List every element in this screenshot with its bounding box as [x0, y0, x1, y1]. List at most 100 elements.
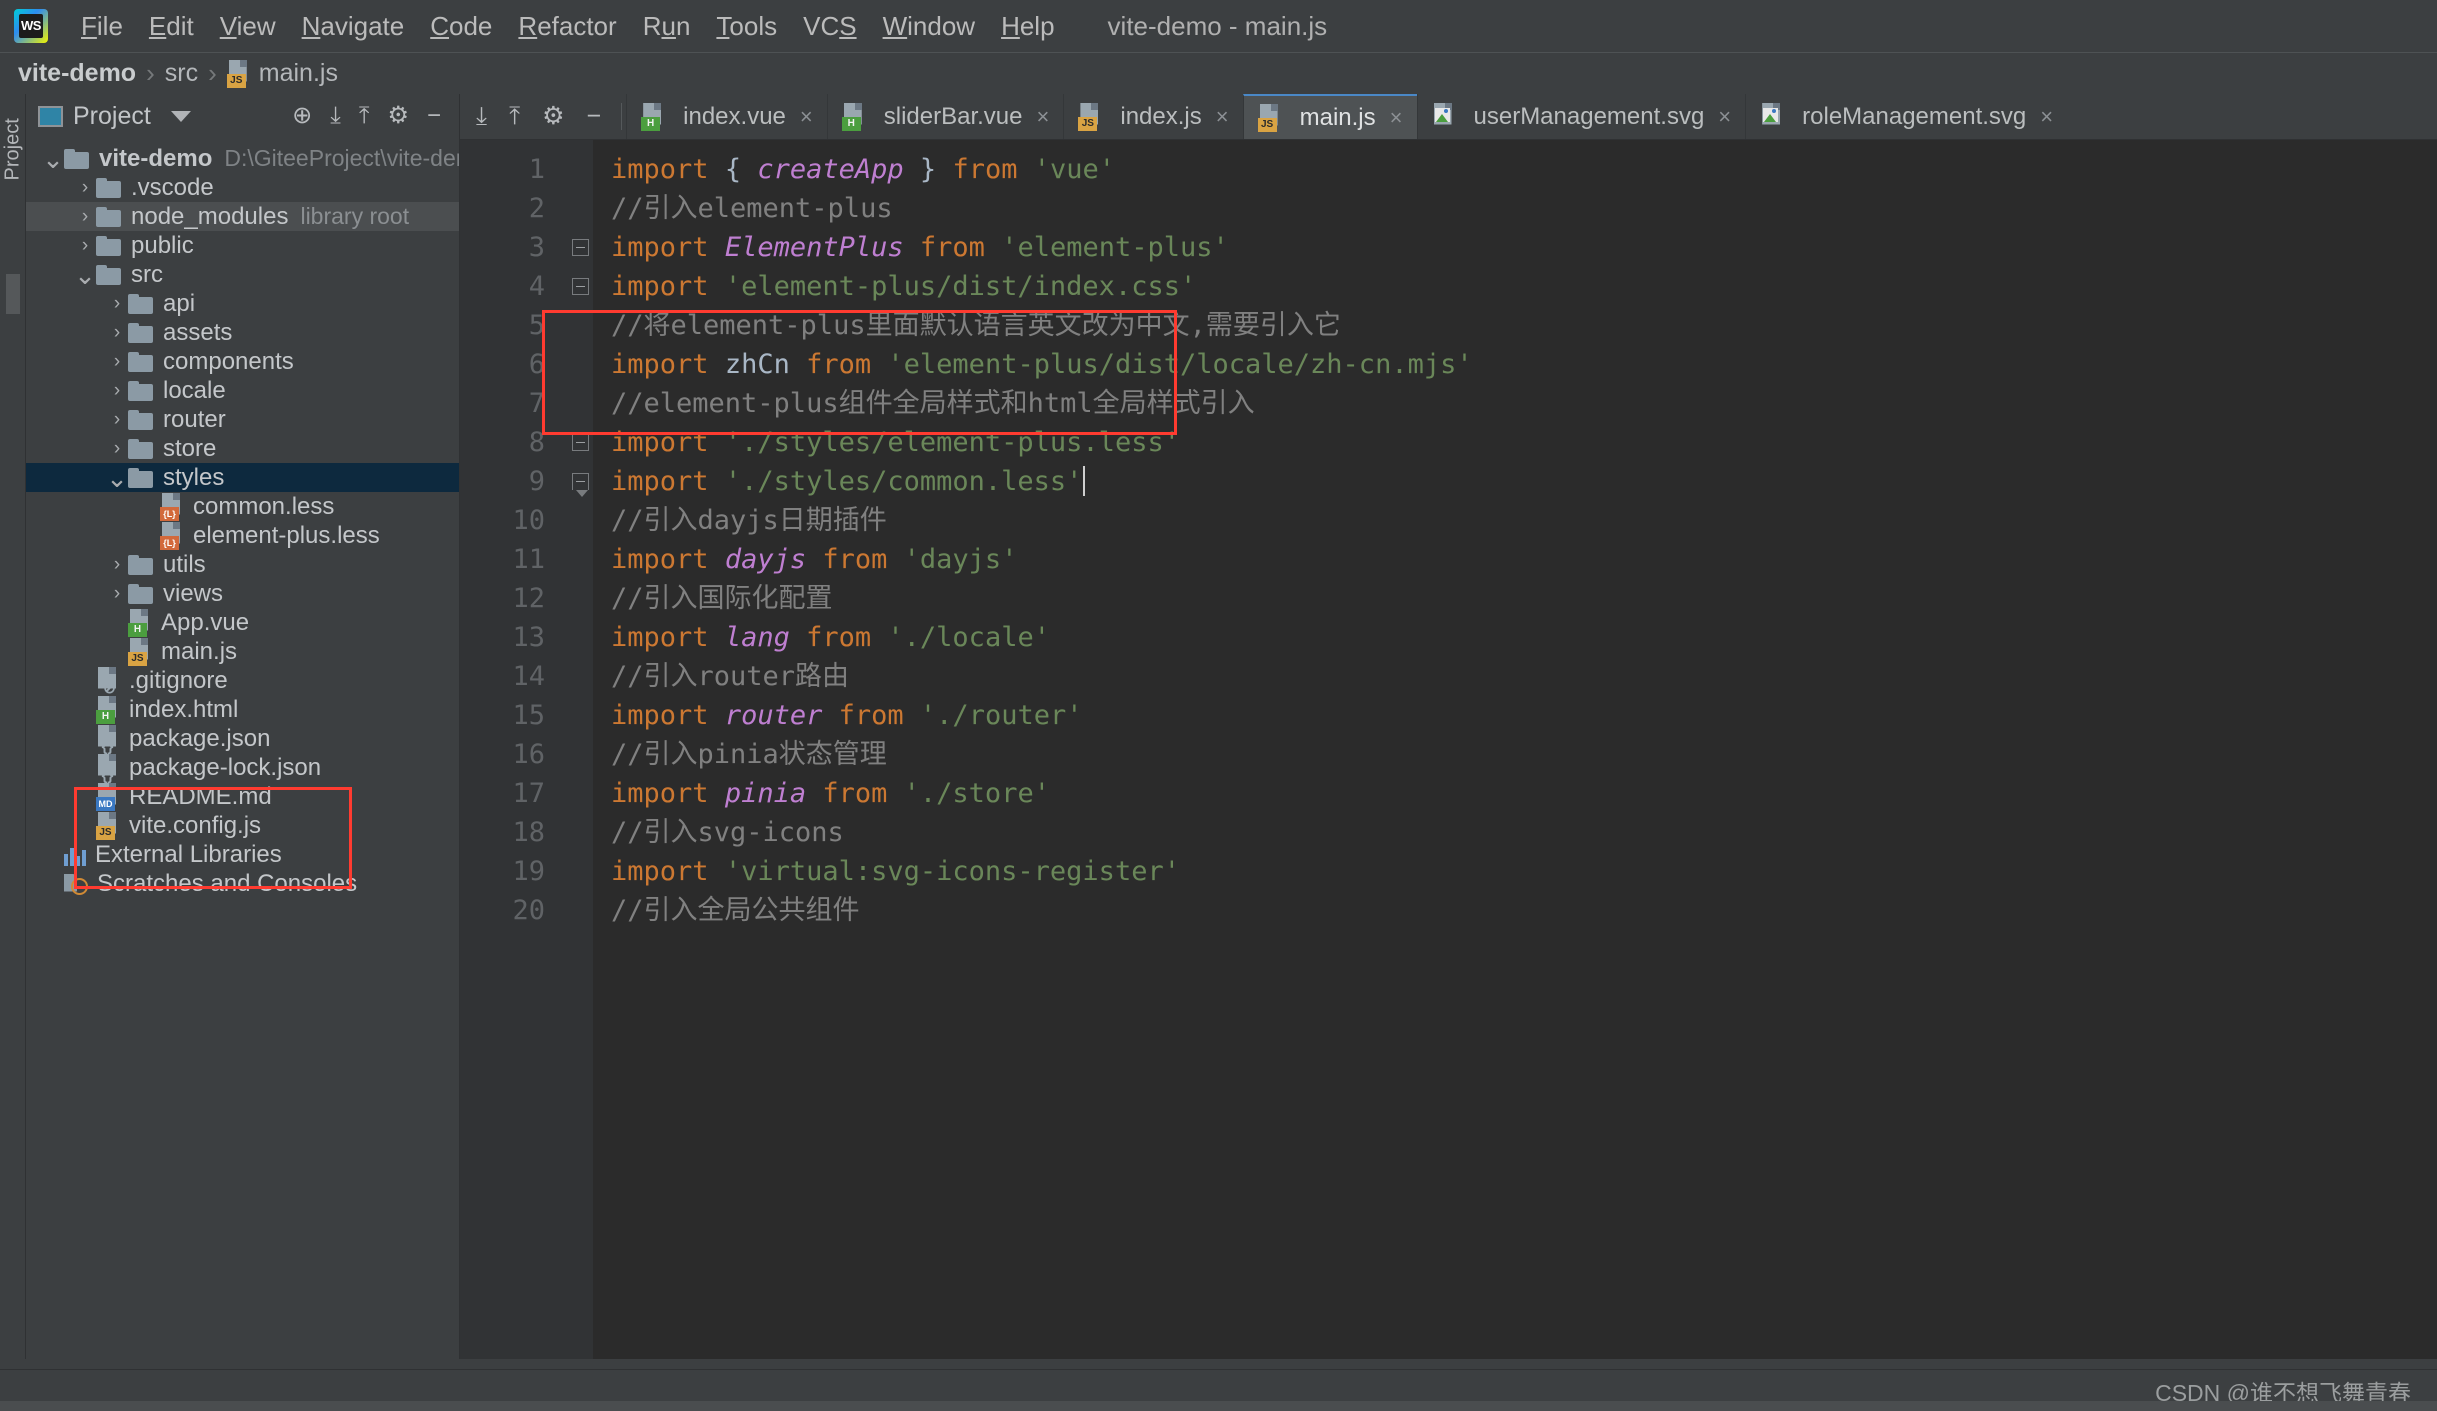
settings-gear-icon[interactable]: ⚙: [542, 104, 564, 129]
collapse-all-icon[interactable]: ⤒: [359, 104, 370, 128]
chevron-down-icon[interactable]: ⌄: [74, 262, 96, 288]
editor-tab-rolemanagement-svg[interactable]: roleManagement.svg ×: [1745, 94, 2067, 139]
editor-tab-index-js[interactable]: JS index.js ×: [1063, 94, 1242, 139]
close-icon[interactable]: ×: [1390, 105, 1403, 131]
close-icon[interactable]: ×: [2040, 104, 2053, 130]
tree-item-router[interactable]: › router: [26, 405, 459, 434]
project-tree[interactable]: ⌄ vite-demo D:\GiteeProject\vite-demo › .vsc…: [26, 138, 459, 1359]
code-folding-column[interactable]: [567, 140, 593, 1359]
locate-icon[interactable]: ⊕: [292, 104, 312, 128]
editor-tab-usermanagement-svg[interactable]: userManagement.svg ×: [1416, 94, 1746, 139]
chevron-right-icon[interactable]: ›: [106, 380, 128, 402]
chevron-right-icon[interactable]: ›: [74, 206, 96, 228]
editor-tab-index-vue[interactable]: Hindex.vue ×: [626, 94, 827, 139]
folder-icon: [128, 293, 154, 314]
chevron-right-icon[interactable]: ›: [106, 554, 128, 576]
code-token: from: [806, 349, 872, 380]
menu-vcs[interactable]: VCS: [790, 6, 869, 46]
breadcrumb-item-src[interactable]: src: [165, 59, 198, 88]
collapse-all-icon[interactable]: ⤒: [509, 104, 520, 129]
chevron-right-icon[interactable]: ›: [74, 235, 96, 257]
chevron-down-icon[interactable]: ⌄: [106, 465, 128, 491]
menu-tools[interactable]: Tools: [703, 6, 790, 46]
code-fold-toggle[interactable]: [567, 423, 593, 462]
tree-item-index-html[interactable]: ›Hindex.html: [26, 695, 459, 724]
bottom-scrollbar[interactable]: [0, 1401, 2437, 1411]
chevron-right-icon[interactable]: ›: [106, 351, 128, 373]
tree-item-app-vue[interactable]: ›HApp.vue: [26, 608, 459, 637]
editor-tab-main-js[interactable]: JS main.js ×: [1242, 94, 1417, 139]
tree-item--gitignore[interactable]: ›⊘.gitignore: [26, 666, 459, 696]
close-icon[interactable]: ×: [1037, 104, 1050, 130]
tree-item-package-json[interactable]: ›{}package.json: [26, 724, 459, 754]
menu-window[interactable]: Window: [870, 6, 988, 46]
menu-navigate[interactable]: Navigate: [289, 6, 418, 46]
tree-item-utils[interactable]: › utils: [26, 550, 459, 579]
tree-item-external-libraries[interactable]: ›External Libraries: [26, 840, 459, 869]
tree-item-assets[interactable]: › assets: [26, 318, 459, 347]
tree-item-public[interactable]: › public: [26, 231, 459, 260]
menu-refactor[interactable]: Refactor: [505, 6, 629, 46]
editor-tab-sliderbar-vue[interactable]: HsliderBar.vue ×: [826, 94, 1064, 139]
tree-item-src[interactable]: ⌄ src: [26, 260, 459, 289]
code-token: }: [919, 154, 937, 185]
code-fold-toggle[interactable]: [567, 228, 593, 267]
tree-item-components[interactable]: › components: [26, 347, 459, 376]
menu-edit[interactable]: Edit: [136, 6, 207, 46]
code-token: import: [611, 271, 709, 302]
tree-item-readme-md[interactable]: ›MDREADME.md: [26, 782, 459, 811]
hide-panel-icon[interactable]: −: [427, 104, 441, 128]
chevron-right-icon[interactable]: ›: [74, 177, 96, 199]
chevron-right-icon[interactable]: ›: [106, 438, 128, 460]
chevron-down-icon[interactable]: ⌄: [42, 146, 64, 172]
line-number: 4: [528, 271, 545, 302]
project-strip-button[interactable]: Project: [2, 118, 25, 180]
code-fold-toggle[interactable]: [567, 267, 593, 306]
tree-item-main-js[interactable]: ›JSmain.js: [26, 637, 459, 666]
tree-item-store[interactable]: › store: [26, 434, 459, 463]
code-fold-toggle[interactable]: [567, 462, 593, 501]
less-file-icon: {L}: [160, 492, 184, 521]
chevron-right-icon[interactable]: ›: [106, 322, 128, 344]
markdown-file-icon: MD: [96, 782, 120, 811]
breadcrumb-item-vite-demo[interactable]: vite-demo: [18, 59, 136, 88]
tree-item-package-lock-json[interactable]: ›{}package-lock.json: [26, 753, 459, 783]
code-content[interactable]: import { createApp } from 'vue' //引入eleme…: [593, 140, 2437, 1359]
tree-item--vscode[interactable]: › .vscode: [26, 173, 459, 202]
menu-file[interactable]: File: [68, 6, 136, 46]
chevron-right-icon[interactable]: ›: [106, 583, 128, 605]
tree-item-scratches-and-consoles[interactable]: ›Scratches and Consoles: [26, 869, 459, 898]
settings-gear-icon[interactable]: ⚙: [387, 104, 409, 128]
close-icon[interactable]: ×: [1718, 104, 1731, 130]
tree-item-styles[interactable]: ⌄ styles: [26, 463, 459, 492]
chevron-right-icon[interactable]: ›: [106, 293, 128, 315]
expand-all-icon[interactable]: ⤓: [330, 104, 341, 128]
chevron-down-icon[interactable]: [170, 110, 191, 122]
menu-run[interactable]: Run: [630, 6, 704, 46]
tree-item-common-less[interactable]: ›{L}common.less: [26, 492, 459, 521]
breadcrumb-item-main-js[interactable]: JS main.js: [226, 59, 338, 88]
tree-item-api[interactable]: › api: [26, 289, 459, 318]
tree-item-vite-demo[interactable]: ⌄ vite-demo D:\GiteeProject\vite-demo: [26, 144, 459, 173]
chevron-right-icon[interactable]: ›: [106, 409, 128, 431]
menu-code[interactable]: Code: [417, 6, 505, 46]
code-editor[interactable]: 1 2 3 4 5 6 7 8 9 10 11 12 13 14 15 16 17 18 19 20 import {…: [460, 140, 2437, 1359]
close-icon[interactable]: ×: [1216, 104, 1229, 130]
breadcrumb-label: vite-demo: [18, 59, 137, 87]
code-fold-empty: [567, 306, 593, 345]
tree-item-views[interactable]: › views: [26, 579, 459, 608]
tree-item-vite-config-js[interactable]: ›JSvite.config.js: [26, 811, 459, 840]
tree-item-element-plus-less[interactable]: ›{L}element-plus.less: [26, 521, 459, 550]
close-icon[interactable]: ×: [800, 104, 813, 130]
tree-item-node-modules[interactable]: › node_modules library root: [26, 202, 459, 231]
tree-item-locale[interactable]: › locale: [26, 376, 459, 405]
project-panel: Project ⊕ ⤓ ⤒ ⚙ − ⌄ vite-demo D:\GiteeProject\…: [26, 94, 460, 1359]
menu-help[interactable]: Help: [988, 6, 1067, 46]
hide-panel-icon[interactable]: −: [587, 104, 602, 129]
code-token: from: [822, 544, 888, 575]
expand-all-icon[interactable]: ⤓: [476, 104, 487, 129]
menu-view[interactable]: View: [207, 6, 289, 46]
project-panel-title: Project: [73, 101, 151, 130]
